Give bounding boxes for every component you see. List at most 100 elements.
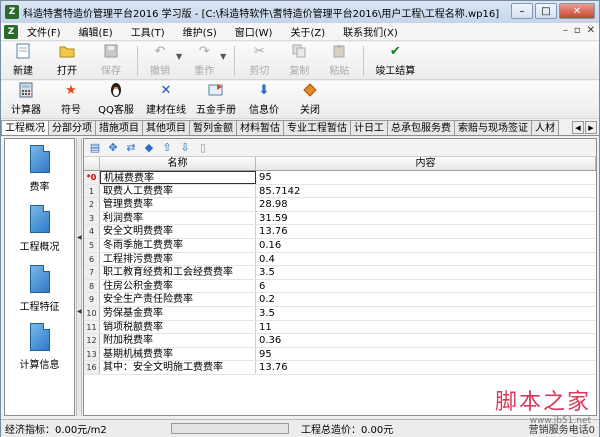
row-number[interactable]: 9: [84, 293, 100, 306]
menu-about[interactable]: 关于(Z): [281, 24, 334, 39]
table-row[interactable]: 13 基期机械费费率 95: [84, 347, 596, 362]
row-number[interactable]: 12: [84, 334, 100, 347]
cell-content[interactable]: 13.76: [256, 225, 596, 238]
maximize-button[interactable]: □: [535, 3, 557, 19]
nav-item-overview[interactable]: 工程概况: [5, 205, 74, 253]
cut-button[interactable]: ✂ 剪切: [239, 43, 279, 79]
table-row[interactable]: *0 机械费费率 95: [84, 171, 596, 185]
table-row[interactable]: 7 职工教育经费和工会经费费率 3.5: [84, 266, 596, 280]
cell-name[interactable]: 职工教育经费和工会经费费率: [100, 266, 256, 279]
move-arrows-icon[interactable]: ✥: [106, 141, 120, 155]
app-icon[interactable]: Z: [5, 5, 19, 19]
row-number[interactable]: 2: [84, 198, 100, 211]
table-row[interactable]: 11 销项税额费率 11: [84, 320, 596, 335]
page-icon[interactable]: ▯: [196, 141, 210, 155]
symbol-button[interactable]: ★ 符号: [51, 82, 91, 118]
cell-name[interactable]: 其中：安全文明施工费费率: [100, 361, 256, 374]
row-number[interactable]: 1: [84, 184, 100, 198]
row-number[interactable]: 8: [84, 279, 100, 293]
tab-other-items[interactable]: 其他项目: [142, 120, 190, 135]
mdi-restore-icon[interactable]: ▫: [574, 25, 581, 36]
tab-provisional-sum[interactable]: 暂列金额: [189, 120, 237, 135]
table-row[interactable]: 2 管理费费率 28.98: [84, 198, 596, 212]
menu-edit[interactable]: 编辑(E): [70, 24, 122, 39]
redo-dropdown-icon[interactable]: ▼: [220, 52, 226, 61]
row-number[interactable]: 16: [84, 361, 100, 374]
table-row[interactable]: 16 其中：安全文明施工费费率 13.76: [84, 361, 596, 375]
minimize-button[interactable]: –: [511, 3, 533, 19]
cell-name[interactable]: 住房公积金费率: [100, 279, 256, 293]
row-number[interactable]: *0: [84, 171, 100, 184]
cell-name[interactable]: 基期机械费费率: [100, 347, 256, 361]
cell-name[interactable]: 管理费费率: [100, 198, 256, 211]
menu-file[interactable]: 文件(F): [18, 24, 70, 39]
menu-tools[interactable]: 工具(T): [122, 24, 174, 39]
tab-material-estimate[interactable]: 材料暂估: [236, 120, 284, 135]
table-row[interactable]: 6 工程排污费费率 0.4: [84, 252, 596, 267]
move-diamond-icon[interactable]: ◆: [142, 141, 156, 155]
nav-item-rates[interactable]: 费率: [5, 145, 74, 193]
cell-content[interactable]: 6: [256, 280, 596, 293]
tab-daywork[interactable]: 计日工: [350, 120, 388, 135]
tab-measures[interactable]: 措施项目: [95, 120, 143, 135]
row-number[interactable]: 7: [84, 266, 100, 279]
cell-content[interactable]: 0.4: [256, 253, 596, 266]
completion-settlement-button[interactable]: ✔ 竣工结算: [368, 43, 422, 79]
cell-name[interactable]: 取费人工费费率: [100, 184, 256, 198]
move-up-icon[interactable]: ⇧: [160, 141, 174, 155]
cell-name[interactable]: 机械费费率: [100, 171, 256, 184]
column-header-content[interactable]: 内容: [256, 157, 596, 170]
hardware-manual-button[interactable]: 五金手册: [191, 82, 241, 118]
collapse-left-icon[interactable]: ◀: [77, 308, 82, 315]
tab-scroll-left-icon[interactable]: ◀: [572, 121, 584, 134]
cell-content[interactable]: 85.7142: [256, 185, 596, 198]
undo-dropdown-icon[interactable]: ▼: [176, 52, 182, 61]
paste-button[interactable]: 粘贴: [319, 43, 359, 79]
table-row[interactable]: 1 取费人工费费率 85.7142: [84, 184, 596, 199]
undo-button[interactable]: ↶ 撤销: [142, 43, 178, 79]
open-button[interactable]: 打开: [45, 43, 89, 79]
row-number[interactable]: 13: [84, 347, 100, 361]
cell-content[interactable]: 31.59: [256, 212, 596, 225]
column-header-name[interactable]: 名称: [100, 157, 256, 170]
cell-content[interactable]: 0.2: [256, 293, 596, 306]
cell-name[interactable]: 附加税费率: [100, 334, 256, 347]
collapse-left-icon[interactable]: ◀: [77, 234, 82, 241]
table-row[interactable]: 3 利润费率 31.59: [84, 211, 596, 226]
info-price-button[interactable]: ⬇ 信息价: [241, 82, 287, 118]
tab-project-overview[interactable]: 工程概况: [1, 120, 49, 135]
save-button[interactable]: 保存: [89, 43, 133, 79]
cell-name[interactable]: 利润费率: [100, 211, 256, 225]
tab-scroll-right-icon[interactable]: ▶: [585, 121, 597, 134]
table-row[interactable]: 9 安全生产责任险费率 0.2: [84, 293, 596, 307]
cell-name[interactable]: 安全文明费费率: [100, 225, 256, 238]
cell-name[interactable]: 工程排污费费率: [100, 252, 256, 266]
row-number[interactable]: 6: [84, 252, 100, 266]
close-window-button[interactable]: ✕: [559, 3, 595, 19]
tab-claims-visa[interactable]: 索赔与现场签证: [454, 120, 532, 135]
cell-name[interactable]: 劳保基金费率: [100, 306, 256, 320]
cell-content[interactable]: 95: [256, 348, 596, 361]
tab-general-contract-fee[interactable]: 总承包服务费: [387, 120, 455, 135]
menu-maintain[interactable]: 维护(S): [174, 24, 226, 39]
menu-contact[interactable]: 联系我们(X): [334, 24, 407, 39]
table-row[interactable]: 8 住房公积金费率 6: [84, 279, 596, 294]
cell-content[interactable]: 13.76: [256, 361, 596, 374]
close-button[interactable]: 关闭: [287, 82, 333, 118]
redo-button[interactable]: ↷ 重作: [186, 43, 222, 79]
cell-name[interactable]: 安全生产责任险费率: [100, 293, 256, 306]
calculator-button[interactable]: 计算器: [1, 82, 51, 118]
row-number[interactable]: 11: [84, 320, 100, 334]
qq-service-button[interactable]: QQ客服: [91, 82, 141, 118]
cell-name[interactable]: 冬雨季施工费费率: [100, 238, 256, 252]
cell-content[interactable]: 95: [256, 171, 596, 184]
table-row[interactable]: 12 附加税费率 0.36: [84, 334, 596, 348]
tab-sub-items[interactable]: 分部分项: [48, 120, 96, 135]
table-row[interactable]: 4 安全文明费费率 13.76: [84, 225, 596, 239]
cell-content[interactable]: 3.5: [256, 266, 596, 279]
shuffle-icon[interactable]: ⇄: [124, 141, 138, 155]
copy-button[interactable]: 复制: [279, 43, 319, 79]
row-number[interactable]: 5: [84, 238, 100, 252]
mdi-close-icon[interactable]: ✕: [587, 25, 595, 36]
menu-window[interactable]: 窗口(W): [226, 24, 282, 39]
